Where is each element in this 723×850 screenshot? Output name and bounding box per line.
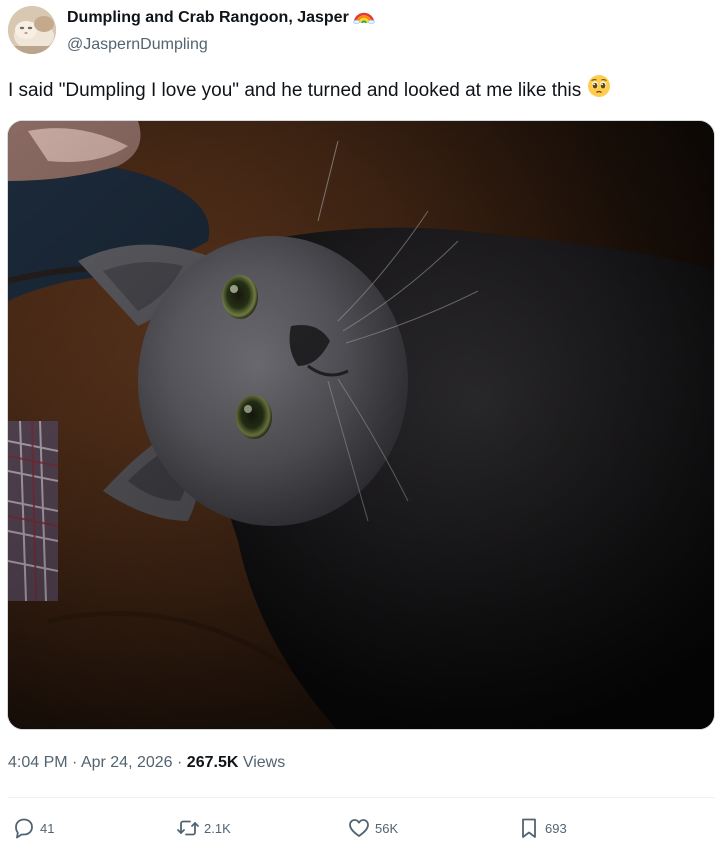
tweet-photo[interactable] xyxy=(7,120,715,730)
pleading-face-icon xyxy=(587,74,611,107)
repost-icon xyxy=(177,820,199,836)
tweet-text: I said "Dumpling I love you" and he turn… xyxy=(8,74,611,107)
reply-count: 41 xyxy=(40,820,55,836)
display-name: Dumpling and Crab Rangoon, Jasper xyxy=(67,9,349,26)
bookmark-count: 693 xyxy=(545,820,567,836)
meta-separator: · xyxy=(72,754,81,771)
tweet-time[interactable]: 4:04 PM xyxy=(8,754,68,771)
reply-icon xyxy=(15,818,33,839)
author-names: Dumpling and Crab Rangoon, Jasper @Jaspe… xyxy=(67,6,375,55)
divider xyxy=(8,797,715,798)
meta-separator: · xyxy=(177,754,187,771)
avatar-cat-image xyxy=(8,6,56,54)
repost-count: 2.1K xyxy=(204,820,231,836)
bookmark-button[interactable]: 693 xyxy=(517,810,567,846)
tweet-date[interactable]: Apr 24, 2026 xyxy=(81,754,173,771)
tweet-meta: 4:04 PM · Apr 24, 2026 · 267.5K Views xyxy=(8,752,285,774)
action-bar: 41 2.1K 56K 693 xyxy=(0,810,723,846)
repost-button[interactable]: 2.1K xyxy=(176,810,231,846)
cat-photo-image xyxy=(8,121,714,729)
avatar[interactable] xyxy=(8,6,56,54)
tweet-text-content: I said "Dumpling I love you" and he turn… xyxy=(8,79,582,101)
tweet[interactable]: Dumpling and Crab Rangoon, Jasper @Jaspe… xyxy=(0,0,723,850)
views-count: 267.5K xyxy=(186,754,239,771)
like-button[interactable]: 56K xyxy=(347,810,398,846)
display-name-link[interactable]: Dumpling and Crab Rangoon, Jasper xyxy=(67,6,375,30)
heart-icon xyxy=(349,819,369,837)
reply-button[interactable]: 41 xyxy=(12,810,54,846)
like-count: 56K xyxy=(375,820,399,836)
author-handle[interactable]: @JaspernDumpling xyxy=(67,35,375,55)
views-label: Views xyxy=(242,754,286,771)
rainbow-icon xyxy=(353,6,375,30)
bookmark-icon xyxy=(522,818,536,838)
